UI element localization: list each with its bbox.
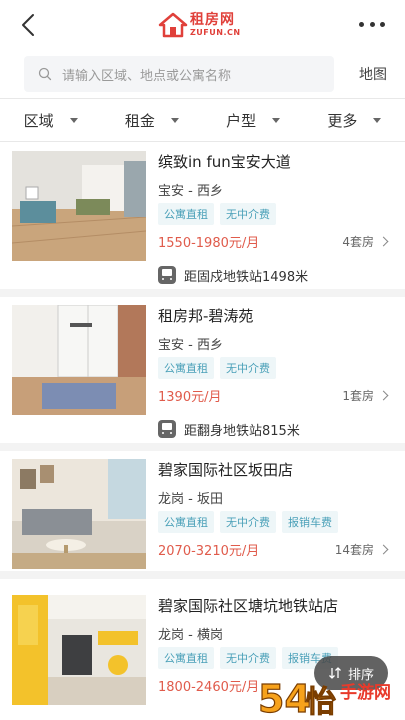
metro-distance: 距翻身地铁站815米 [184, 423, 300, 439]
filter-area[interactable]: 区域 [0, 99, 101, 141]
listing-metro-info: 距翻身地铁站815米 [158, 415, 300, 443]
listing-item[interactable]: 缤致in fun宝安大道 宝安 - 西乡 公寓直租 无中介费 1550-1980… [0, 143, 405, 297]
listing-photo[interactable] [12, 305, 146, 415]
filter-label: 区域 [23, 111, 54, 130]
metro-icon [158, 266, 176, 284]
listing-metro-info: 距固戍地铁站1498米 [158, 261, 308, 289]
filter-rent[interactable]: 租金 [101, 99, 202, 141]
listing-tags: 公寓直租 无中介费 [158, 203, 276, 225]
listing-tag: 无中介费 [220, 511, 276, 533]
listing-photo[interactable] [12, 151, 146, 261]
svg-text:54: 54 [258, 677, 311, 720]
zufun-logo: 租房网 ZUFUN.CN [158, 10, 241, 40]
search-row: 请输入区域、地点或公寓名称 地图 [0, 50, 405, 98]
listing-item[interactable]: 碧家国际社区坂田店 龙岗 - 坂田 公寓直租 无中介费 报销车费 2070-32… [0, 451, 405, 579]
back-button[interactable] [14, 10, 44, 40]
chevron-right-icon [378, 236, 389, 247]
listing-price: 1550-1980元/月 [158, 236, 260, 251]
listing-price: 1800-2460元/月 [158, 680, 260, 695]
listing-tag: 无中介费 [220, 203, 276, 225]
filter-bar: 区域 租金 户型 更多 [0, 98, 405, 142]
listing-photo[interactable] [12, 595, 146, 705]
dropdown-caret-icon [69, 117, 78, 123]
chevron-right-icon [378, 544, 389, 555]
filter-label: 租金 [124, 111, 155, 130]
logo-chinese-text: 租房网 [190, 12, 235, 28]
listing-price: 2070-3210元/月 [158, 544, 260, 559]
listing-price: 1390元/月 [158, 390, 222, 405]
dropdown-caret-icon [170, 117, 179, 123]
listing-location: 龙岗 - 坂田 [158, 492, 223, 507]
room-count-text: 14套房 [334, 543, 374, 557]
listing-tags: 公寓直租 无中介费 报销车费 [158, 647, 338, 669]
listing-tags: 公寓直租 无中介费 报销车费 [158, 511, 338, 533]
search-icon [38, 67, 52, 81]
listing-tag: 公寓直租 [158, 647, 214, 669]
listing-title: 缤致in fun宝安大道 [158, 153, 291, 171]
filter-more[interactable]: 更多 [304, 99, 405, 141]
search-placeholder: 请输入区域、地点或公寓名称 [62, 68, 232, 84]
listing-item[interactable]: 租房邦-碧涛苑 宝安 - 西乡 公寓直租 无中介费 1390元/月 1套房 距翻… [0, 297, 405, 451]
listing-tag: 公寓直租 [158, 203, 214, 225]
back-arrow-icon [22, 14, 34, 36]
svg-text:手游网: 手游网 [340, 682, 391, 703]
listing-tag: 无中介费 [220, 357, 276, 379]
listing-title: 碧家国际社区坂田店 [158, 461, 294, 479]
listing-tag: 无中介费 [220, 647, 276, 669]
listing-room-count[interactable]: 1套房 [342, 387, 389, 404]
search-input[interactable]: 请输入区域、地点或公寓名称 [24, 56, 334, 92]
listing-location: 龙岗 - 横岗 [158, 628, 223, 643]
more-options-icon[interactable] [359, 20, 385, 28]
listing-location: 宝安 - 西乡 [158, 338, 223, 353]
listing-title: 碧家国际社区塘坑地铁站店 [158, 597, 339, 615]
dropdown-caret-icon [373, 117, 382, 123]
listing-tag: 公寓直租 [158, 357, 214, 379]
listing-photo[interactable] [12, 459, 146, 569]
room-count-text: 1套房 [342, 389, 374, 403]
site-watermark-logo: 54 怡 手游网 [256, 672, 405, 720]
listing-tag: 报销车费 [282, 511, 338, 533]
map-button[interactable]: 地图 [359, 64, 387, 84]
filter-room-type[interactable]: 户型 [203, 99, 304, 141]
dropdown-caret-icon [272, 117, 281, 123]
listing-tags: 公寓直租 无中介费 [158, 357, 276, 379]
metro-icon [158, 420, 176, 438]
listing-tag: 公寓直租 [158, 511, 214, 533]
listing-room-count[interactable]: 4套房 [342, 233, 389, 250]
filter-label: 更多 [327, 111, 358, 130]
logo-english-text: ZUFUN.CN [190, 28, 241, 37]
svg-text:怡: 怡 [306, 685, 336, 720]
listing-room-count[interactable]: 14套房 [334, 541, 389, 558]
listing-location: 宝安 - 西乡 [158, 184, 223, 199]
chevron-right-icon [378, 390, 389, 401]
app-header: 租房网 ZUFUN.CN [0, 0, 405, 50]
filter-label: 户型 [226, 111, 257, 130]
listing-title: 租房邦-碧涛苑 [158, 307, 254, 325]
room-count-text: 4套房 [342, 235, 374, 249]
metro-distance: 距固戍地铁站1498米 [184, 269, 309, 285]
house-logo-icon [158, 12, 188, 38]
